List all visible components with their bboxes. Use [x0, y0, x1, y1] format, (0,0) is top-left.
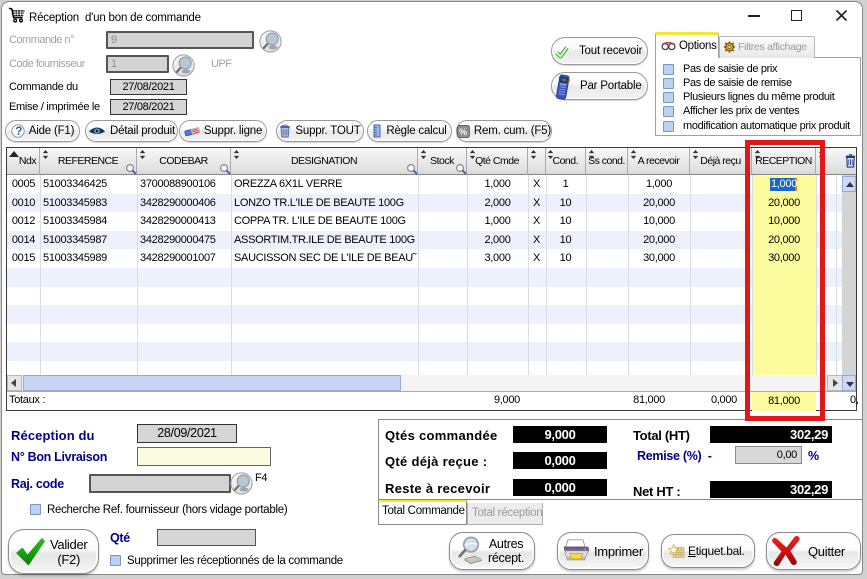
svg-text:%: %	[459, 126, 467, 136]
svg-text:?: ?	[15, 126, 22, 138]
